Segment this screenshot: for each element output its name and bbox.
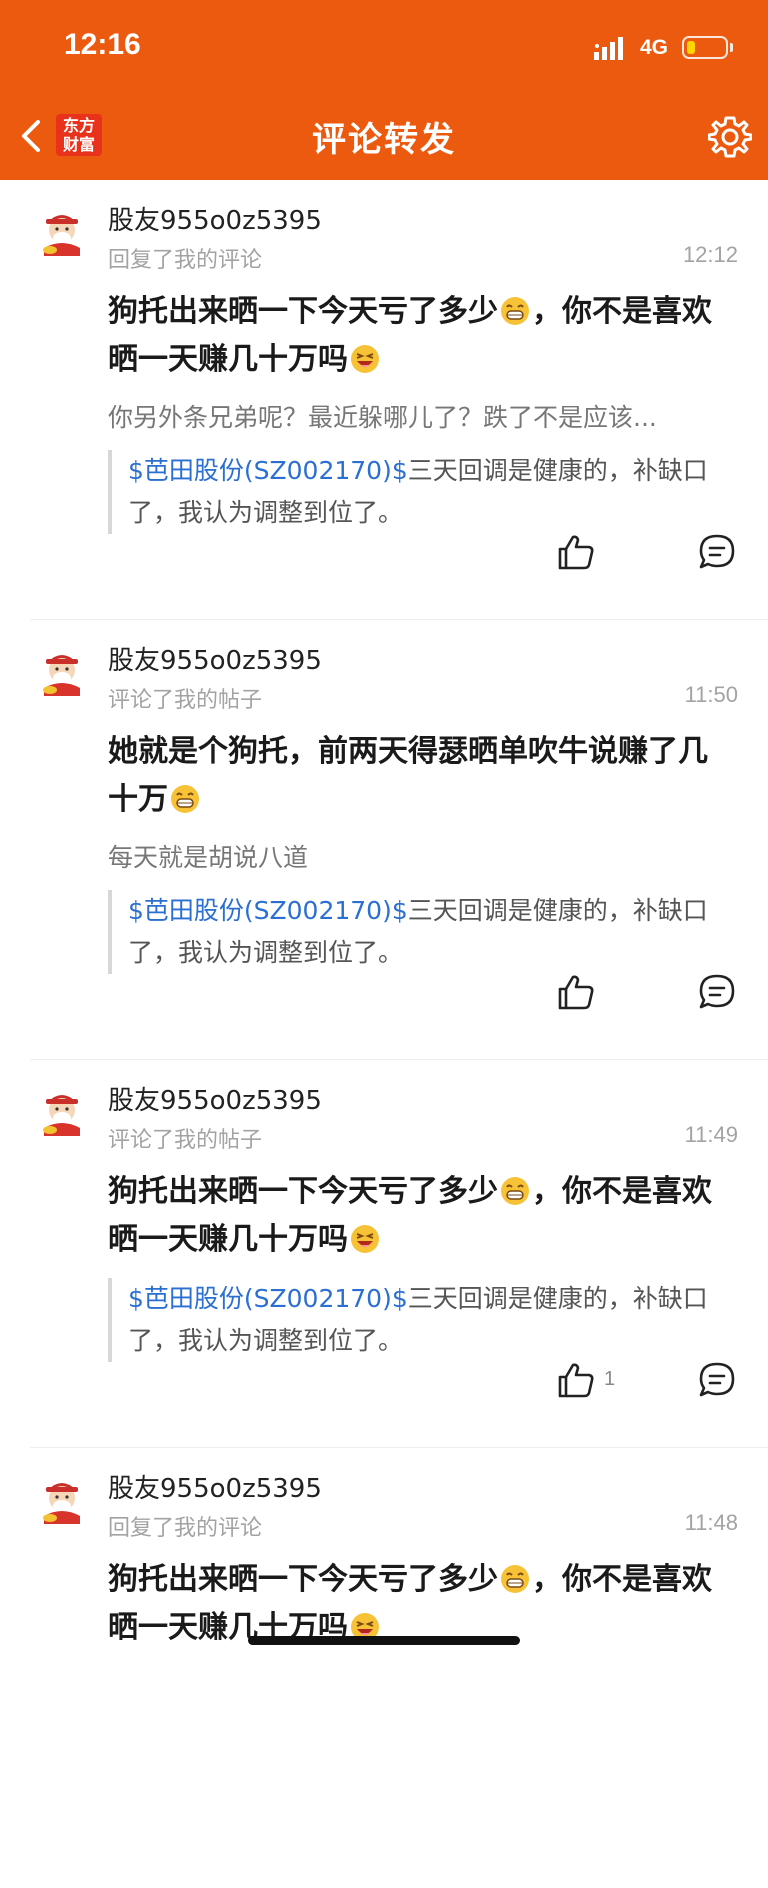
comment-bubble-icon[interactable] — [697, 1360, 737, 1400]
grin-emoji-icon — [501, 1565, 529, 1593]
action-text: 评论了我的帖子 — [108, 1128, 263, 1153]
thumbs-up-icon[interactable] — [556, 972, 596, 1012]
battery-icon — [682, 36, 728, 59]
comment-text[interactable]: 狗托出来晒一下今天亏了多少 ，你不是喜欢晒一天赚几十万吗 — [108, 288, 728, 384]
grin-emoji-icon — [501, 1177, 529, 1205]
notification-card[interactable]: 股友955o0z5395 回复了我的评论 12:12 狗托出来晒一下今天亏了多少… — [0, 180, 768, 620]
avatar[interactable] — [38, 1090, 86, 1138]
comment-bubble-icon[interactable] — [697, 972, 737, 1012]
notification-card[interactable]: 股友955o0z5395 评论了我的帖子 11:50 她就是个狗托，前两天得瑟晒… — [0, 620, 768, 1060]
username[interactable]: 股友955o0z5395 — [108, 1468, 322, 1505]
quoted-post[interactable]: $芭田股份(SZ002170)$三天回调是健康的，补缺口了，我认为调整到位了。 — [108, 1278, 728, 1362]
timestamp: 11:48 — [684, 1510, 738, 1535]
status-time: 12:16 — [64, 28, 141, 61]
avatar[interactable] — [38, 650, 86, 698]
action-text: 回复了我的评论 — [108, 248, 263, 273]
comment-excerpt[interactable]: 你另外条兄弟呢？最近躲哪儿了？跌了不是应该... — [108, 398, 718, 434]
username[interactable]: 股友955o0z5395 — [108, 200, 322, 237]
comment-bubble-icon[interactable] — [697, 532, 737, 572]
laugh-emoji-icon — [351, 345, 379, 373]
stock-link[interactable]: $芭田股份(SZ002170)$ — [128, 1284, 408, 1313]
username[interactable]: 股友955o0z5395 — [108, 1080, 322, 1117]
comment-excerpt[interactable]: 每天就是胡说八道 — [108, 838, 718, 874]
notification-card[interactable]: 股友955o0z5395 回复了我的评论 11:48 狗托出来晒一下今天亏了多少… — [0, 1448, 768, 1888]
laugh-emoji-icon — [351, 1225, 379, 1253]
avatar[interactable] — [38, 210, 86, 258]
thumbs-up-icon[interactable] — [556, 1360, 596, 1400]
quoted-post[interactable]: $芭田股份(SZ002170)$三天回调是健康的，补缺口了，我认为调整到位了。 — [108, 450, 728, 534]
stock-link[interactable]: $芭田股份(SZ002170)$ — [128, 896, 408, 925]
avatar[interactable] — [38, 1478, 86, 1526]
stock-link[interactable]: $芭田股份(SZ002170)$ — [128, 456, 408, 485]
settings-gear-icon[interactable] — [708, 115, 752, 159]
quoted-post[interactable]: $芭田股份(SZ002170)$三天回调是健康的，补缺口了，我认为调整到位了。 — [108, 890, 728, 974]
timestamp: 11:50 — [684, 682, 738, 707]
network-type: 4G — [640, 36, 669, 59]
notification-feed: 股友955o0z5395 回复了我的评论 12:12 狗托出来晒一下今天亏了多少… — [0, 180, 768, 1888]
comment-text-part1: 狗托出来晒一下今天亏了多少 — [108, 1562, 498, 1597]
comment-text-part1: 狗托出来晒一下今天亏了多少 — [108, 1174, 498, 1209]
app-header: 12:16 4G 东方 财富 评论转发 — [0, 0, 768, 180]
action-text: 评论了我的帖子 — [108, 688, 263, 713]
action-text: 回复了我的评论 — [108, 1516, 263, 1541]
comment-text[interactable]: 她就是个狗托，前两天得瑟晒单吹牛说赚了几十万 — [108, 728, 728, 824]
page-title: 评论转发 — [312, 120, 456, 160]
notification-card[interactable]: 股友955o0z5395 评论了我的帖子 11:49 狗托出来晒一下今天亏了多少… — [0, 1060, 768, 1448]
timestamp: 11:49 — [684, 1122, 738, 1147]
username[interactable]: 股友955o0z5395 — [108, 640, 322, 677]
grin-emoji-icon — [171, 785, 199, 813]
home-indicator[interactable] — [248, 1636, 520, 1645]
signal-icon — [594, 37, 623, 60]
grin-emoji-icon — [501, 297, 529, 325]
comment-text-part1: 狗托出来晒一下今天亏了多少 — [108, 294, 498, 329]
battery-tip — [730, 43, 733, 52]
like-count: 1 — [604, 1368, 616, 1390]
timestamp: 12:12 — [682, 242, 738, 267]
comment-text[interactable]: 狗托出来晒一下今天亏了多少 ，你不是喜欢晒一天赚几十万吗 — [108, 1168, 728, 1264]
thumbs-up-icon[interactable] — [556, 532, 596, 572]
